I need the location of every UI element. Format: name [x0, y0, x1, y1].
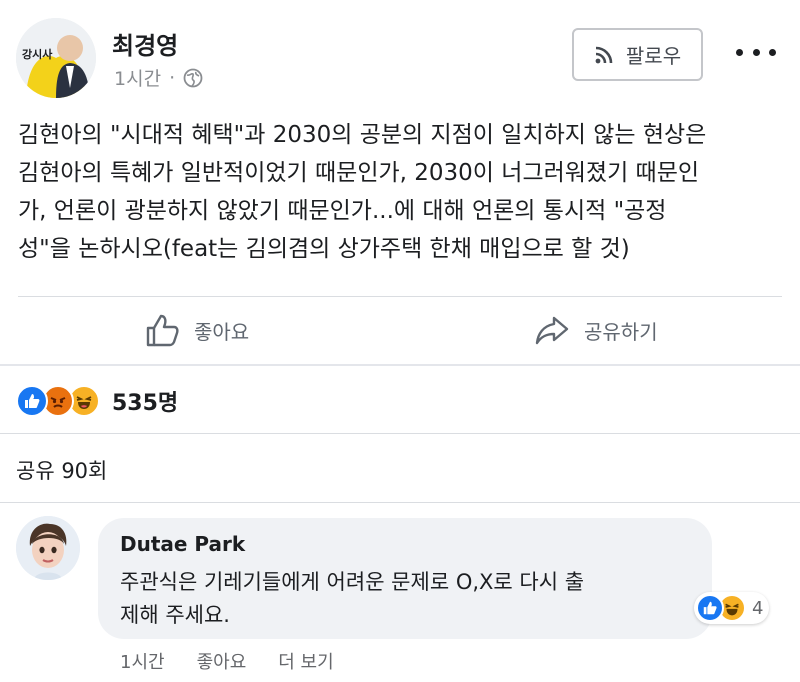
like-reaction-icon	[16, 385, 48, 417]
post-header: 강시사 최경영 1시간 · 팔로우	[0, 0, 800, 110]
follow-label: 팔로우	[625, 44, 682, 68]
comment-reaction-count: 4	[752, 597, 764, 619]
divider	[0, 433, 800, 434]
meta-separator: ·	[169, 66, 176, 89]
like-button[interactable]: 좋아요	[144, 308, 249, 352]
more-options-icon[interactable]	[736, 38, 776, 66]
divider	[18, 296, 782, 297]
author-name[interactable]: 최경영	[112, 26, 178, 61]
rss-icon	[594, 45, 614, 65]
reaction-count: 535명	[112, 391, 179, 416]
follow-button[interactable]: 팔로우	[572, 28, 703, 81]
comment-bubble: Dutae Park 주관식은 기레기들에게 어려운 문제로 O,X로 다시 출…	[98, 518, 712, 639]
share-label: 공유하기	[584, 319, 658, 344]
avatar-badge-text: 강시사	[22, 47, 53, 61]
author-avatar[interactable]: 강시사	[16, 18, 96, 98]
post-text: 김현아의 "시대적 혜택"과 2030의 공분의 지점이 일치하지 않는 현상은…	[18, 122, 707, 262]
share-count[interactable]: 공유 90회	[16, 455, 107, 485]
divider	[0, 502, 800, 503]
like-label: 좋아요	[194, 319, 250, 344]
share-button[interactable]: 공유하기	[534, 308, 658, 352]
post-actions: 좋아요 공유하기	[0, 298, 800, 362]
section-divider	[0, 364, 800, 366]
like-reaction-icon	[696, 594, 724, 622]
commenter-avatar[interactable]	[16, 516, 80, 580]
comment-author[interactable]: Dutae Park	[120, 532, 245, 556]
comment-time[interactable]: 1시간	[120, 648, 165, 674]
reaction-summary[interactable]: 535명	[16, 384, 178, 418]
comment-more-button[interactable]: 더 보기	[278, 648, 333, 674]
share-arrow-icon	[535, 316, 569, 345]
comment-text: 주관식은 기레기들에게 어려운 문제로 O,X로 다시 출 제해 주세요.	[120, 570, 585, 627]
post-time[interactable]: 1시간	[114, 64, 161, 91]
globe-icon	[183, 68, 203, 88]
comment-reactions[interactable]: 4	[694, 592, 770, 624]
post-meta: 1시간 ·	[114, 64, 203, 91]
comment-footer: 1시간 좋아요 더 보기	[120, 648, 334, 674]
comment-like-button[interactable]: 좋아요	[197, 648, 247, 674]
thumbs-up-icon	[146, 314, 179, 347]
